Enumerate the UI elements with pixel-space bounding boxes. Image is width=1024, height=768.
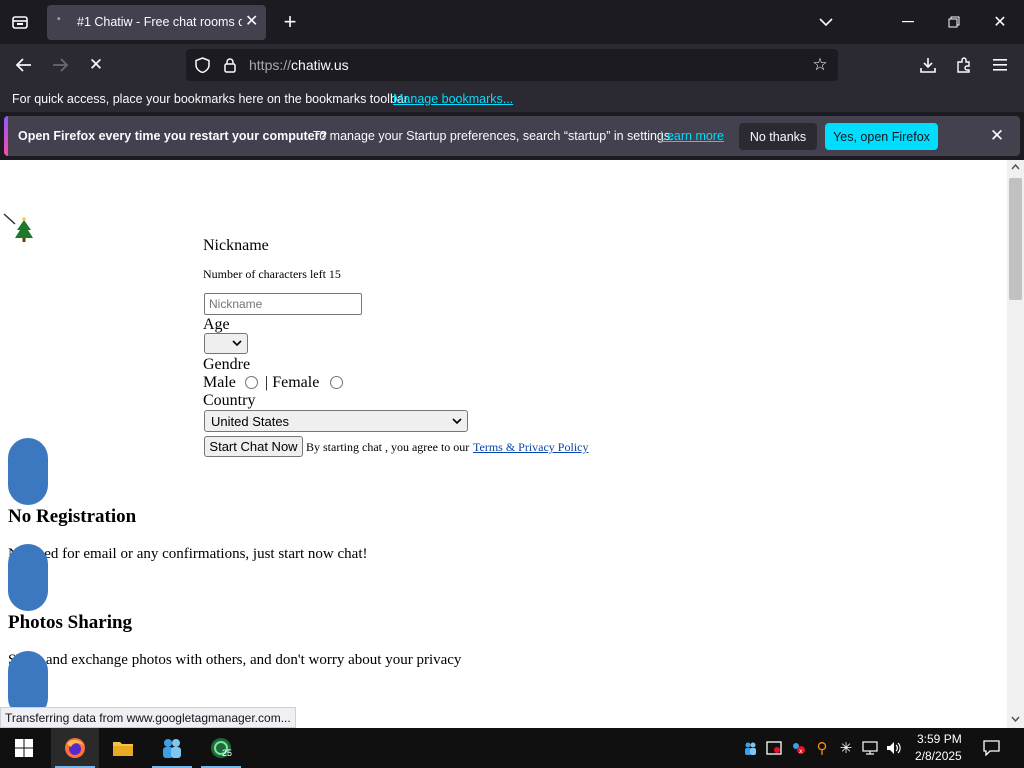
stop-loading-icon[interactable]: ✕ [84, 53, 108, 77]
nav-bar: ✕ https://chatiw.us ☆ [0, 44, 1024, 86]
notification-accent-stripe [4, 116, 8, 156]
tab-bar: • #1 Chatiw - Free chat rooms on ✕ + ✕ [0, 0, 1024, 44]
age-label: Age [203, 316, 230, 333]
country-select[interactable]: United States [204, 410, 468, 432]
url-text[interactable]: https://chatiw.us [249, 57, 349, 73]
start-chat-button[interactable]: Start Chat Now [204, 436, 303, 457]
feature-title: Photos Sharing [8, 612, 133, 633]
nickname-input[interactable] [204, 293, 362, 315]
feature-blob-icon [8, 438, 48, 505]
forward-arrow-icon[interactable] [48, 53, 72, 77]
restore-icon[interactable] [942, 10, 966, 34]
tab-title: #1 Chatiw - Free chat rooms on [77, 15, 242, 29]
windows-taskbar: 25 x ⚲ ✳ 3:59 PM 2/8/2025 [0, 728, 1024, 768]
feature-title: No Registration [8, 506, 137, 527]
yes-open-firefox-button[interactable]: Yes, open Firefox [825, 123, 938, 150]
bookmarks-toolbar: For quick access, place your bookmarks h… [0, 86, 1024, 112]
page-content: Nickname Number of characters left 15 Ag… [0, 160, 1007, 728]
tray-asterisk-icon[interactable]: ✳ [838, 740, 854, 757]
status-panel: Transferring data from www.googletagmana… [0, 707, 296, 728]
extensions-puzzle-icon[interactable] [952, 53, 976, 77]
file-explorer-icon[interactable] [99, 728, 147, 768]
taskbar-time[interactable]: 3:59 PM [917, 732, 962, 746]
scroll-down-icon[interactable] [1011, 716, 1020, 722]
chars-left-text: Number of characters left 15 [203, 267, 341, 281]
url-domain: chatiw.us [291, 57, 349, 73]
hamburger-menu-icon[interactable] [988, 53, 1012, 77]
tray-volume-icon[interactable] [886, 740, 902, 756]
female-radio[interactable] [330, 376, 343, 389]
app-badge-count: 25 [222, 748, 233, 758]
minimize-icon[interactable] [896, 10, 920, 34]
action-center-icon[interactable] [982, 740, 1000, 756]
feature-text: No need for email or any confirmations, … [8, 546, 368, 562]
windows-start-icon[interactable] [0, 728, 48, 768]
page-scrollbar[interactable] [1007, 160, 1024, 728]
no-thanks-button[interactable]: No thanks [739, 123, 817, 150]
taskbar-date[interactable]: 2/8/2025 [915, 749, 962, 763]
new-tab-icon[interactable]: + [278, 9, 302, 34]
age-chevron-down-icon [232, 340, 242, 347]
gender-label: Gendre [203, 356, 251, 373]
url-prefix: https:// [249, 57, 292, 73]
tab-close-icon[interactable]: ✕ [245, 11, 258, 31]
shield-icon[interactable] [192, 55, 212, 75]
nickname-label: Nickname [203, 237, 269, 254]
bookmarks-hint: For quick access, place your bookmarks h… [12, 92, 411, 106]
notification-message: To manage your Startup preferences, sear… [313, 129, 674, 143]
tray-security-icon[interactable] [766, 740, 782, 756]
age-select[interactable] [204, 333, 248, 354]
people-app-icon[interactable] [148, 728, 196, 768]
tray-network-icon[interactable] [862, 740, 878, 756]
firefox-taskbar-icon[interactable] [51, 728, 99, 768]
list-tabs-chevron-icon[interactable] [814, 10, 838, 34]
app-badge-icon[interactable]: 25 [197, 728, 245, 768]
tab-loading-icon: • [57, 14, 61, 25]
learn-more-link[interactable]: Learn more [660, 129, 724, 143]
tray-network-error-icon[interactable]: x [790, 740, 806, 756]
window-close-icon[interactable]: ✕ [988, 10, 1012, 34]
download-icon[interactable] [916, 53, 940, 77]
tab-active[interactable]: • #1 Chatiw - Free chat rooms on ✕ [47, 5, 266, 40]
svg-text:x: x [799, 748, 803, 755]
url-bar[interactable]: https://chatiw.us ☆ [186, 49, 838, 81]
female-label: | Female [265, 374, 320, 391]
notification-close-icon[interactable]: ✕ [986, 125, 1008, 147]
star-bookmark-icon[interactable]: ☆ [810, 55, 830, 75]
male-radio[interactable] [245, 376, 258, 389]
feature-blob-icon [8, 544, 48, 611]
scroll-up-icon[interactable] [1011, 164, 1020, 170]
firefox-view-icon[interactable] [8, 10, 32, 34]
agree-text: By starting chat , you agree to our [306, 440, 470, 454]
notification-title: Open Firefox every time you restart your… [18, 129, 328, 143]
terms-privacy-link[interactable]: Terms & Privacy Policy [473, 440, 588, 455]
manage-bookmarks-link[interactable]: Manage bookmarks... [393, 92, 513, 106]
feature-text: Share and exchange photos with others, a… [8, 652, 462, 668]
christmas-tree-icon [3, 212, 35, 244]
tray-people-icon[interactable] [742, 740, 758, 756]
lock-icon[interactable] [220, 55, 240, 75]
startup-notification-bar: Open Firefox every time you restart your… [4, 116, 1020, 156]
male-label: Male [203, 374, 236, 391]
country-chevron-down-icon [452, 418, 462, 425]
scrollbar-thumb[interactable] [1009, 178, 1022, 300]
back-arrow-icon[interactable] [12, 53, 36, 77]
country-value: United States [211, 413, 290, 429]
country-label: Country [203, 392, 256, 409]
tray-search-icon[interactable]: ⚲ [814, 740, 830, 757]
